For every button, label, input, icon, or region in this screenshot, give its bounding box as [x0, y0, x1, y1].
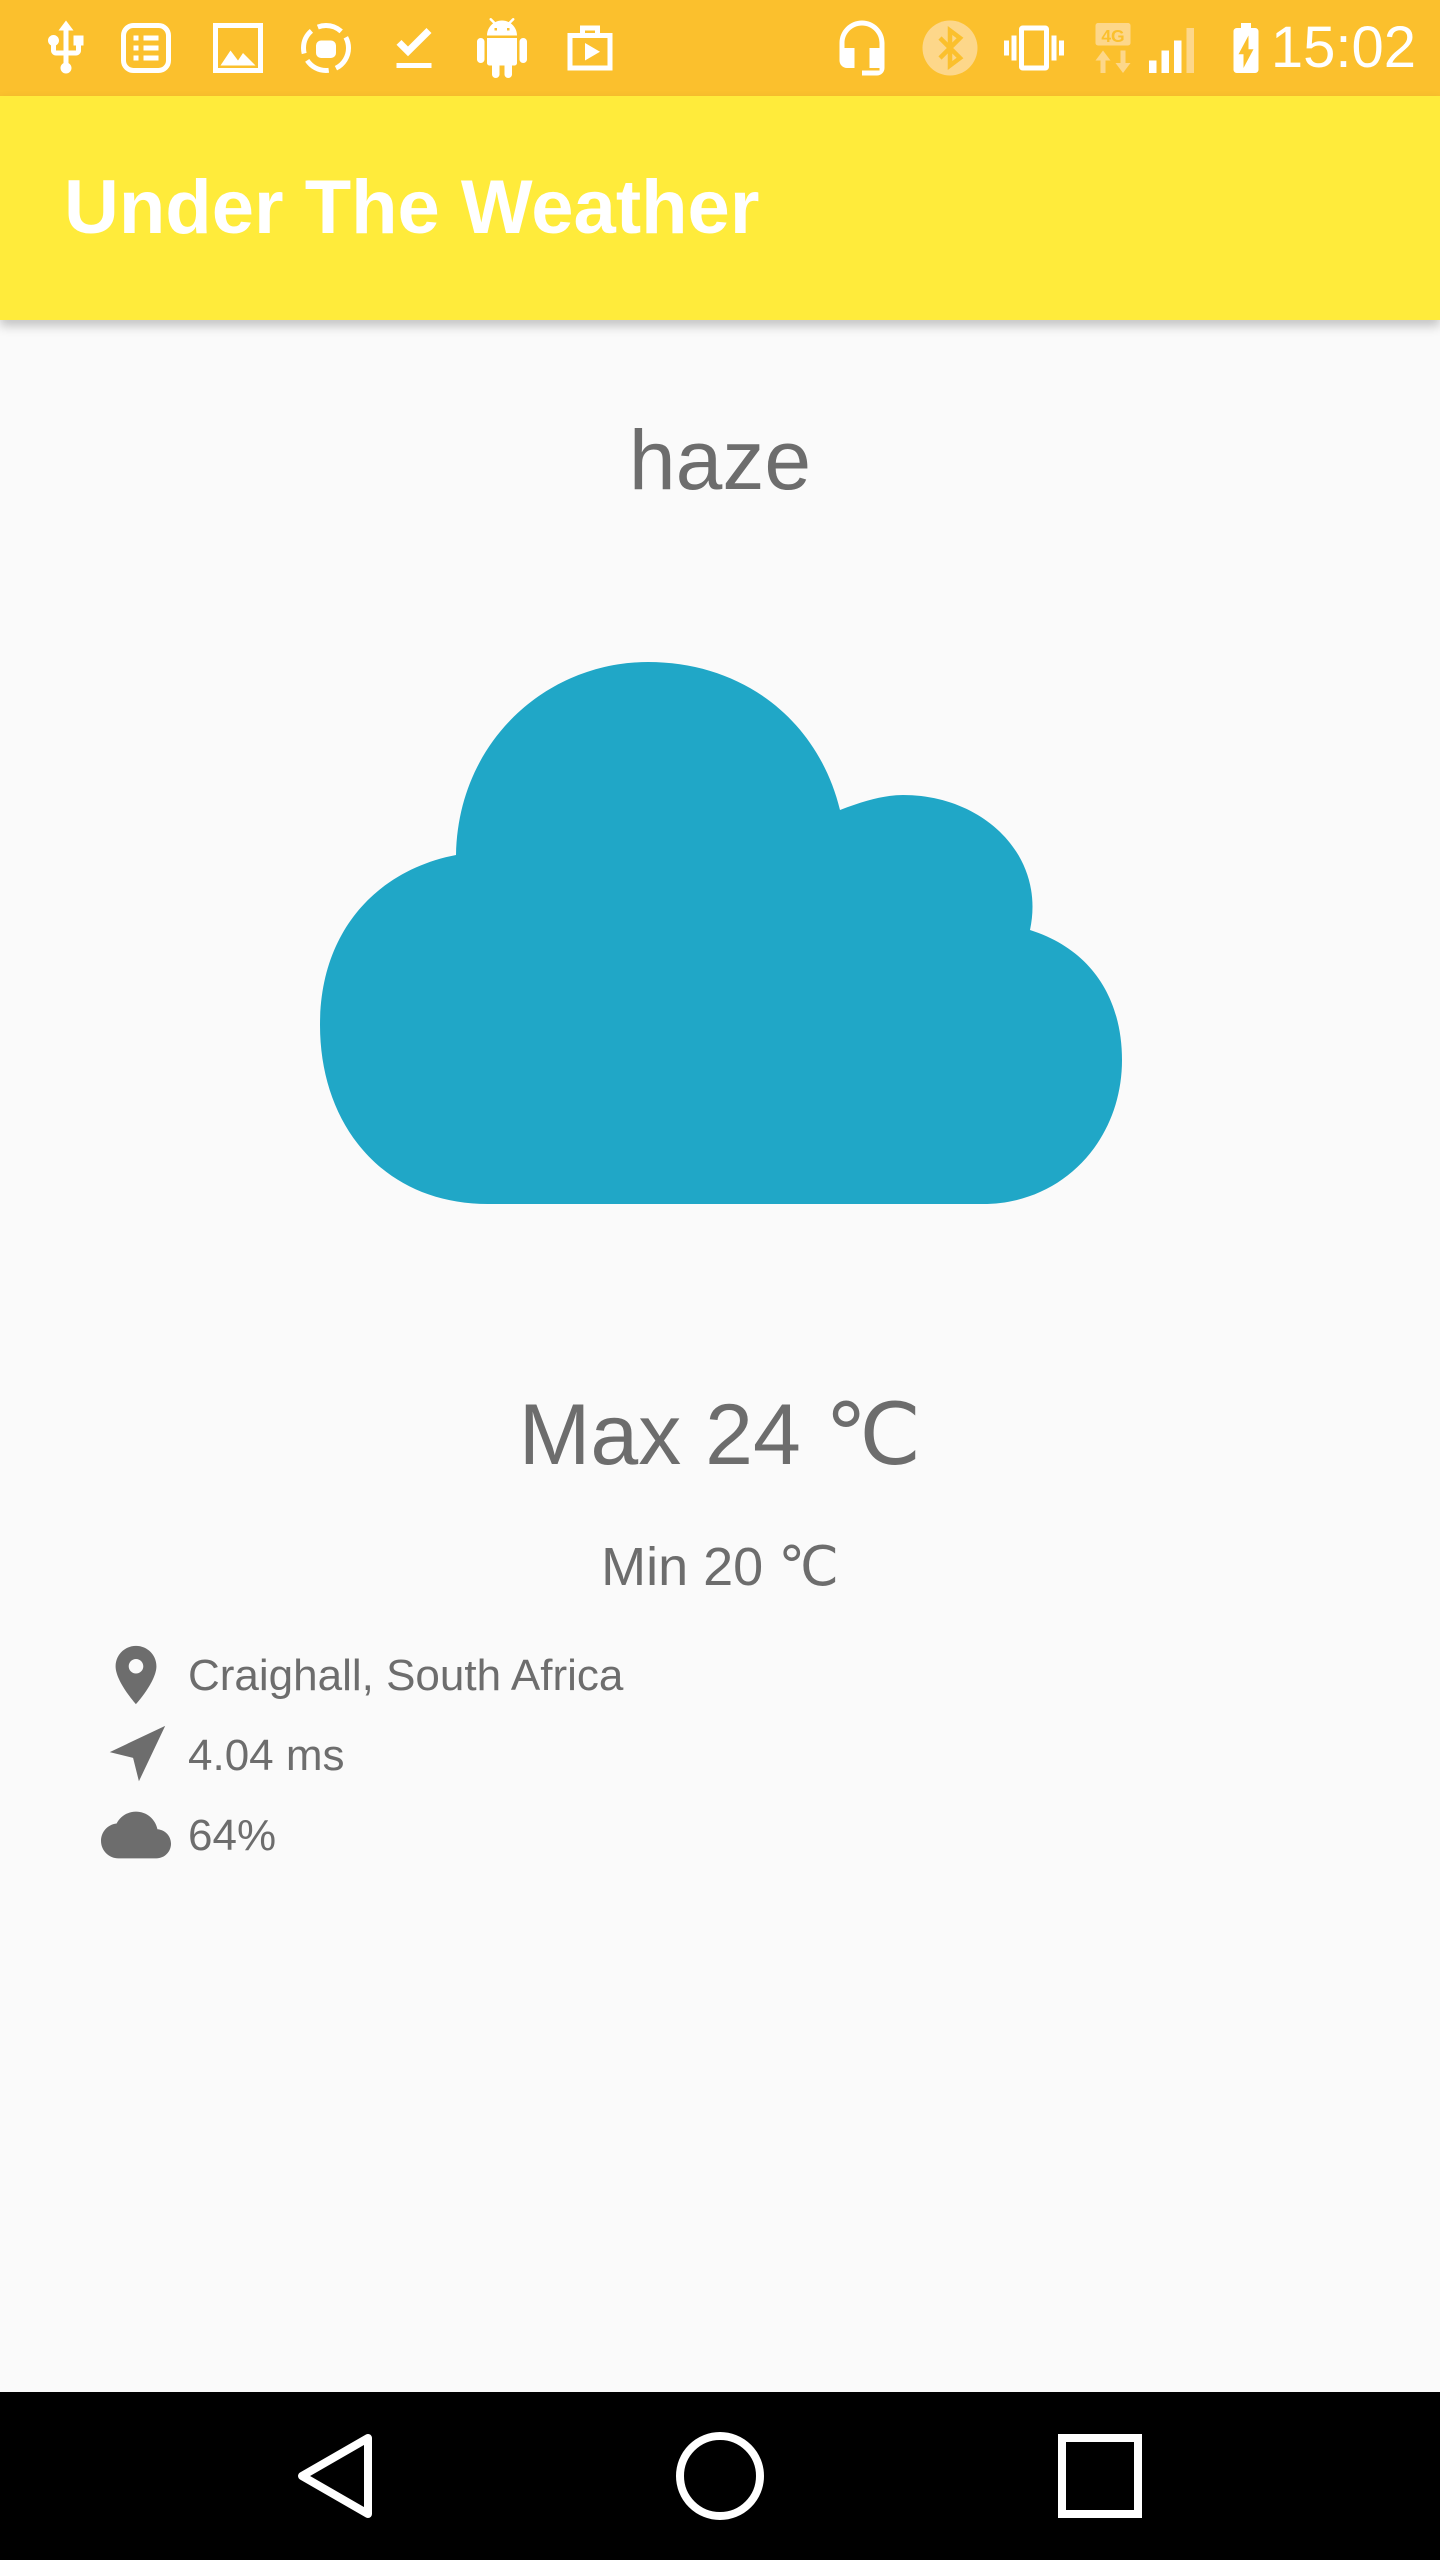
app-bar: Under The Weather — [0, 96, 1440, 320]
location-row: Craighall, South Africa — [100, 1640, 1300, 1710]
recents-icon[interactable] — [1050, 2426, 1150, 2526]
cloudiness-row: 64% — [100, 1800, 1300, 1870]
image-icon — [213, 23, 263, 73]
sync-icon — [301, 23, 351, 73]
usb-icon — [48, 20, 84, 74]
home-icon[interactable] — [670, 2426, 770, 2526]
signal-icon — [1149, 28, 1194, 73]
location-pin-icon — [115, 1645, 157, 1705]
max-temperature: Max 24 ℃ — [518, 1387, 922, 1483]
vibrate-icon — [1004, 25, 1064, 71]
wind-direction-icon — [109, 1725, 166, 1782]
notes-icon — [121, 23, 171, 73]
wind-row: 4.04 ms — [100, 1720, 1300, 1790]
android-icon — [477, 18, 527, 78]
cloud-icon — [320, 662, 1122, 1204]
headset-icon — [839, 20, 885, 76]
location-label: Craighall, South Africa — [188, 1651, 624, 1700]
weather-condition: haze — [628, 413, 812, 507]
network-4g-icon: 4G — [1095, 23, 1131, 73]
navigation-bar — [0, 2392, 1440, 2560]
status-bar: 4G 15:02 — [0, 0, 1440, 96]
small-cloud-icon — [101, 1811, 171, 1859]
download-done-icon — [396, 28, 432, 68]
play-store-icon — [567, 25, 613, 71]
cloudiness-label: 64% — [188, 1811, 277, 1860]
back-icon[interactable] — [290, 2426, 390, 2526]
wind-speed-label: 4.04 ms — [188, 1731, 345, 1780]
status-time: 15:02 — [1270, 15, 1416, 80]
min-temperature: Min 20 ℃ — [601, 1537, 839, 1597]
app-title: Under The Weather — [64, 165, 760, 250]
svg-text:4G: 4G — [1101, 26, 1124, 46]
battery-charging-icon — [1233, 23, 1259, 73]
bluetooth-icon — [922, 20, 978, 76]
